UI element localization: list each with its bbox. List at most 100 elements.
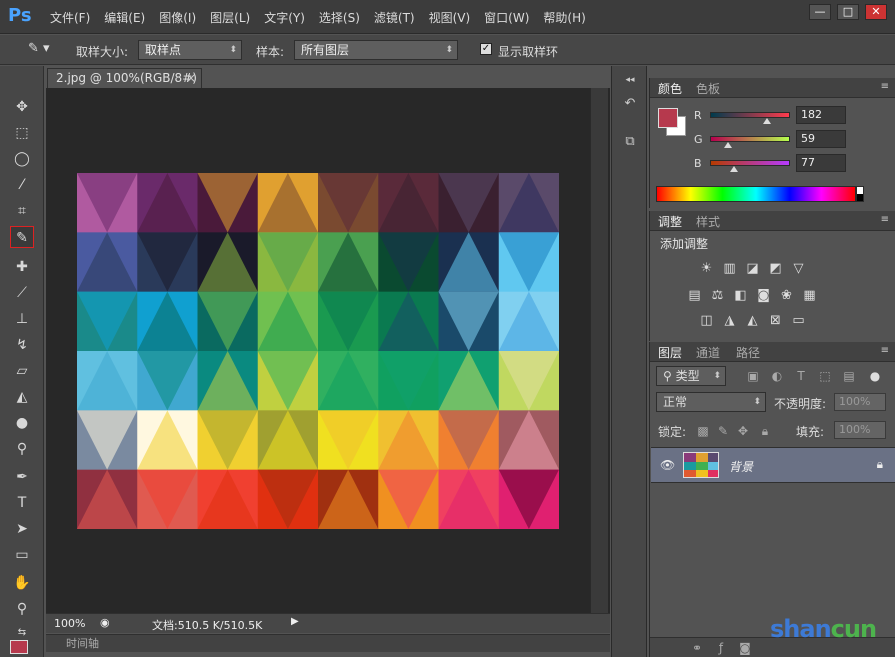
stamp-tool-icon[interactable]: ⊥: [10, 308, 34, 330]
close-button[interactable]: ✕: [865, 4, 887, 20]
menu-item[interactable]: 滤镜(T): [374, 9, 415, 26]
paint-bucket-tool-icon[interactable]: ◭: [10, 386, 34, 408]
minimize-button[interactable]: —: [809, 4, 831, 20]
document-tab[interactable]: 2.jpg @ 100%(RGB/8#) ×: [47, 68, 202, 88]
fill-input[interactable]: 100%: [834, 421, 886, 439]
preview-icon[interactable]: ◉: [100, 616, 110, 629]
slider-r-knob[interactable]: [763, 118, 771, 124]
gradient-map-icon[interactable]: ▭: [790, 312, 807, 329]
vibrance-icon[interactable]: ▽: [790, 260, 807, 277]
menu-item[interactable]: 文字(Y): [264, 9, 305, 26]
brush-tool-icon[interactable]: ⟋: [10, 282, 34, 304]
foreground-color-big-swatch[interactable]: [658, 108, 678, 128]
dodge-tool-icon[interactable]: ⚲: [10, 438, 34, 460]
maximize-button[interactable]: □: [837, 4, 859, 20]
menu-item[interactable]: 文件(F): [50, 9, 90, 26]
blur-tool-icon[interactable]: ●: [10, 412, 34, 434]
invert-icon[interactable]: ◫: [698, 312, 715, 329]
healing-brush-tool-icon[interactable]: ✚: [10, 256, 34, 278]
brightness-icon[interactable]: ☀: [698, 260, 715, 277]
vertical-scrollbar[interactable]: [590, 88, 608, 613]
slider-r-track[interactable]: [710, 112, 790, 118]
filter-shape-icon[interactable]: ⬚: [818, 369, 832, 383]
slider-g[interactable]: G 59: [692, 130, 892, 150]
sample-size-select[interactable]: 取样点 ⬍: [138, 40, 242, 60]
tab-channels[interactable]: 通道: [696, 344, 720, 361]
menu-item[interactable]: 编辑(E): [104, 9, 145, 26]
slider-r-value[interactable]: 182: [796, 106, 846, 124]
properties-panel-icon[interactable]: ⧉: [620, 132, 640, 152]
visibility-eye-icon[interactable]: 👁︎: [660, 458, 675, 472]
tab-swatches[interactable]: 色板: [696, 80, 720, 97]
layer-row-background[interactable]: 👁︎ 背景 🔒︎: [651, 447, 895, 483]
eyedropper-tool-preset-icon[interactable]: ✎ ▾: [28, 41, 62, 59]
menu-item[interactable]: 帮助(H): [543, 9, 585, 26]
document-image[interactable]: [77, 173, 559, 529]
lasso-tool-icon[interactable]: ◯: [10, 148, 34, 170]
filter-smart-icon[interactable]: ▤: [842, 369, 856, 383]
filter-adjust-icon[interactable]: ◐: [770, 369, 784, 383]
zoom-level[interactable]: 100%: [54, 617, 85, 630]
slider-r[interactable]: R 182: [692, 106, 892, 126]
type-tool-icon[interactable]: T: [10, 492, 34, 514]
mask-icon[interactable]: ◙: [738, 641, 752, 655]
panel-menu-icon[interactable]: ≡: [881, 345, 889, 356]
tab-color[interactable]: 颜色: [658, 80, 682, 97]
tab-styles[interactable]: 样式: [696, 213, 720, 230]
link-layers-icon[interactable]: ⚭: [690, 641, 704, 655]
collapse-icon[interactable]: ◂◂: [620, 70, 640, 90]
photo-filter-icon[interactable]: ◙: [755, 287, 772, 304]
fx-icon[interactable]: ƒ: [714, 641, 728, 655]
quick-select-tool-icon[interactable]: ⁄: [10, 174, 34, 196]
pen-tool-icon[interactable]: ✒: [10, 466, 34, 488]
posterize-icon[interactable]: ◮: [721, 312, 738, 329]
panel-menu-icon[interactable]: ≡: [881, 214, 889, 225]
filter-toggle-icon[interactable]: ●: [868, 369, 882, 383]
hue-sat-icon[interactable]: ▤: [686, 287, 703, 304]
history-panel-icon[interactable]: ↶: [620, 94, 640, 114]
layer-filter-select[interactable]: ⚲ 类型 ⬍: [656, 366, 726, 386]
tab-adjustments[interactable]: 调整: [658, 213, 682, 230]
shape-tool-icon[interactable]: ▭: [10, 544, 34, 566]
eraser-tool-icon[interactable]: ▱: [10, 360, 34, 382]
color-lookup-icon[interactable]: ▦: [801, 287, 818, 304]
layer-name[interactable]: 背景: [729, 458, 753, 475]
tab-paths[interactable]: 路径: [736, 344, 760, 361]
slider-g-value[interactable]: 59: [796, 130, 846, 148]
slider-b[interactable]: B 77: [692, 154, 892, 174]
show-ring-checkbox[interactable]: ✓: [480, 43, 492, 55]
path-select-tool-icon[interactable]: ➤: [10, 518, 34, 540]
panel-menu-icon[interactable]: ≡: [881, 81, 889, 92]
tab-close-icon[interactable]: ×: [186, 69, 196, 88]
slider-b-knob[interactable]: [730, 166, 738, 172]
hand-tool-icon[interactable]: ✋: [10, 572, 34, 594]
slider-g-track[interactable]: [710, 136, 790, 142]
levels-icon[interactable]: ▥: [721, 260, 738, 277]
black-white-ramp[interactable]: [856, 186, 864, 202]
menu-item[interactable]: 视图(V): [429, 9, 471, 26]
menu-item[interactable]: 图像(I): [159, 9, 196, 26]
filter-type-icon[interactable]: T: [794, 369, 808, 383]
menu-item[interactable]: 窗口(W): [484, 9, 529, 26]
lock-all-icon[interactable]: 🔒︎: [758, 424, 772, 438]
menu-item[interactable]: 选择(S): [319, 9, 360, 26]
crop-tool-icon[interactable]: ⌗: [10, 200, 34, 222]
eyedropper-tool-icon[interactable]: ✎: [10, 226, 34, 248]
selective-color-icon[interactable]: ⊠: [767, 312, 784, 329]
lock-transparent-icon[interactable]: ▩: [696, 424, 710, 438]
slider-b-track[interactable]: [710, 160, 790, 166]
channel-mixer-icon[interactable]: ❀: [778, 287, 795, 304]
black-white-icon[interactable]: ◧: [732, 287, 749, 304]
timeline-panel[interactable]: 时间轴: [46, 634, 610, 652]
status-menu-arrow-icon[interactable]: ▶: [291, 616, 301, 630]
slider-g-knob[interactable]: [724, 142, 732, 148]
exposure-icon[interactable]: ◩: [767, 260, 784, 277]
slider-b-value[interactable]: 77: [796, 154, 846, 172]
foreground-color-swatch[interactable]: [10, 640, 28, 654]
history-brush-tool-icon[interactable]: ↯: [10, 334, 34, 356]
move-tool-icon[interactable]: ✥: [10, 96, 34, 118]
color-spectrum-bar[interactable]: [656, 186, 856, 202]
blend-mode-select[interactable]: 正常 ⬍: [656, 392, 766, 412]
lock-pixels-icon[interactable]: ✎: [716, 424, 730, 438]
menu-item[interactable]: 图层(L): [210, 9, 250, 26]
